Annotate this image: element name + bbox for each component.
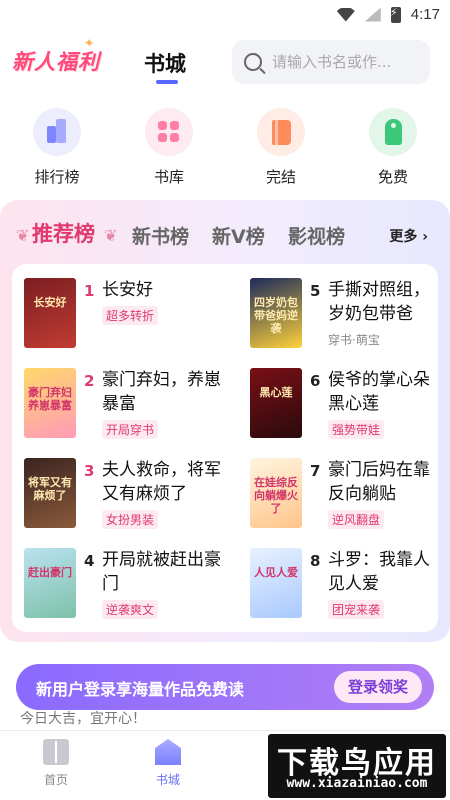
rank-number: 6 [310,372,321,390]
book-tag: 强势带娃 [328,420,385,439]
bar-chart-icon [33,108,81,156]
book-tag: 女扮男装 [102,510,159,529]
book-title: 斗罗：我靠人见人爱 [328,550,430,594]
status-bar: 4:17 [0,0,450,32]
grid-icon [145,108,193,156]
cover-title: 长安好 [33,296,67,309]
login-promo-banner[interactable]: 新用户登录享海量作品免费读 登录领奖 [16,664,434,710]
book-cover: 长安好 [24,278,76,348]
book-tag: 超多转折 [102,306,159,325]
search-bar[interactable] [232,40,430,84]
wifi-icon [336,7,355,22]
status-time: 4:17 [410,6,440,23]
book-cover: 人见人爱 [250,548,302,618]
book-cover: 将军又有麻烦了 [24,458,76,528]
book-cover: 豪门弃妇养崽暴富 [24,368,76,438]
laurel-left-icon: ❦ [16,226,30,245]
book-tag: 穿书·萌宝 [328,333,380,347]
cover-title: 四岁奶包带爸妈逆袭 [254,296,298,335]
ranking-tab-film-tv[interactable]: 影视榜 [288,222,345,249]
book-title: 长安好 [102,280,153,300]
rank-number: 7 [310,462,321,480]
book-tag: 逆袭爽文 [102,600,159,619]
ranking-tabs: ❦ 推荐榜 ❦ 新书榜 新V榜 影视榜 更多 › [16,218,438,252]
rank-number: 2 [84,372,95,390]
quick-nav-label: 免费 [377,168,408,186]
book-title: 侯爷的掌心朵黑心莲 [328,370,430,414]
book-title: 手撕对照组，岁奶包带爸 [328,280,430,324]
ranking-tab-new-vip[interactable]: 新V榜 [212,222,265,249]
signal-icon [364,7,381,22]
tag-icon [369,108,417,156]
ranking-list: 长安好 1 长安好 超多转折 豪门弃妇养崽暴富 2 豪门弃妇，养崽暴富 开局穿书… [12,264,438,632]
nav-label: 首页 [43,773,68,787]
nav-bookstore[interactable]: 书城 [128,739,208,788]
newcomer-benefit-button[interactable]: 新人福利 ✦ [12,36,100,76]
nav-home[interactable]: 首页 [16,739,96,788]
book-cover: 在娃综反向躺爆火了 [250,458,302,528]
book-tag: 开局穿书 [102,420,159,439]
quick-nav-label: 排行榜 [34,168,80,186]
book-tag: 团宠来袭 [328,600,385,619]
quick-nav-ranking[interactable]: 排行榜 [22,108,92,187]
quick-nav: 排行榜 书库 完结 免费 [0,108,450,188]
book-item[interactable]: 豪门弃妇养崽暴富 2 豪门弃妇，养崽暴富 开局穿书 [24,368,234,450]
book-title: 豪门弃妇，养崽暴富 [102,370,221,414]
newcomer-benefit-label: 新人福利 [12,50,100,74]
daily-fortune-text: 今日大吉，宜开心！ [20,711,146,727]
rank-number: 4 [84,552,95,570]
store-icon [155,739,181,765]
book-title: 夫人救命，将军又有麻烦了 [102,460,221,504]
rank-number: 8 [310,552,321,570]
battery-charging-icon [390,6,401,23]
book-cover: 四岁奶包带爸妈逆袭 [250,278,302,348]
book-cover: 赶出豪门 [24,548,76,618]
ranking-panel: ❦ 推荐榜 ❦ 新书榜 新V榜 影视榜 更多 › 长安好 1 长安好 超多转折 … [0,200,450,642]
rank-number: 3 [84,462,95,480]
top-bar: 新人福利 ✦ 书城 [0,36,450,88]
book-item[interactable]: 长安好 1 长安好 超多转折 [24,278,234,360]
quick-nav-completed[interactable]: 完结 [246,108,316,187]
watermark-url: www.xiazainiao.com [286,776,428,791]
book-icon [257,108,305,156]
book-item[interactable]: 人见人爱 8 斗罗：我靠人见人爱 团宠来袭 [250,548,438,630]
search-icon [244,53,262,71]
quick-nav-label: 完结 [265,168,296,186]
banner-text: 新用户登录享海量作品免费读 [36,680,245,699]
book-item[interactable]: 赶出豪门 4 开局就被赶出豪门 逆袭爽文 [24,548,234,630]
quick-nav-library[interactable]: 书库 [134,108,204,187]
book-item[interactable]: 将军又有麻烦了 3 夫人救命，将军又有麻烦了 女扮男装 [24,458,234,540]
book-item[interactable]: 黑心莲 6 侯爷的掌心朵黑心莲 强势带娃 [250,368,438,450]
nav-label: 书城 [155,773,180,787]
quick-nav-label: 书库 [153,168,184,186]
tab-bookstore[interactable]: 书城 [144,48,186,78]
cover-title: 在娃综反向躺爆火了 [254,476,298,515]
laurel-right-icon: ❦ [104,226,118,245]
cover-title: 人见人爱 [254,566,298,579]
search-input[interactable] [272,53,422,71]
book-tag: 逆风翻盘 [328,510,385,529]
rank-number: 5 [310,282,321,300]
ranking-tab-recommended[interactable]: 推荐榜 [32,218,95,248]
book-item[interactable]: 四岁奶包带爸妈逆袭 5 手撕对照组，岁奶包带爸 穿书·萌宝 [250,278,438,360]
ranking-tab-new-books[interactable]: 新书榜 [132,222,189,249]
cover-title: 黑心莲 [259,386,293,399]
cover-title: 赶出豪门 [28,566,72,579]
cover-title: 豪门弃妇养崽暴富 [28,386,72,412]
tab-active-indicator [156,80,178,84]
more-button[interactable]: 更多 › [389,226,428,246]
book-title: 豪门后妈在靠反向躺贴 [328,460,430,504]
cover-title: 将军又有麻烦了 [28,476,72,502]
watermark-logo: 下载鸟应用 www.xiazainiao.com [268,734,446,798]
home-book-icon [43,739,69,765]
login-reward-button[interactable]: 登录领奖 [334,671,422,703]
rank-number: 1 [84,282,95,300]
book-cover: 黑心莲 [250,368,302,438]
book-item[interactable]: 在娃综反向躺爆火了 7 豪门后妈在靠反向躺贴 逆风翻盘 [250,458,438,540]
book-title: 开局就被赶出豪门 [102,550,221,594]
quick-nav-free[interactable]: 免费 [358,108,428,187]
sparkle-icon: ✦ [84,36,96,50]
